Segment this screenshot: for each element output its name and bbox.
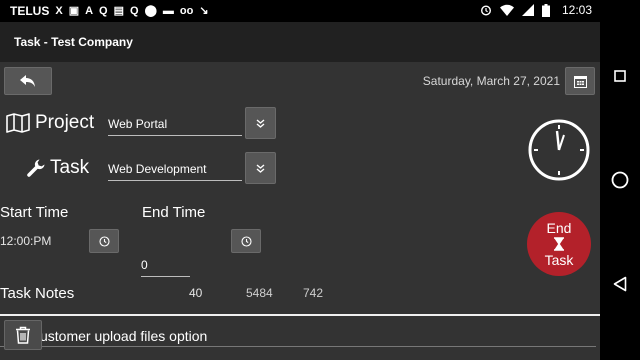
end-time-label: End Time [142,204,206,221]
back-nav-button[interactable] [600,276,640,292]
chevron-double-down-icon [256,118,265,128]
task-label-text: Task [50,157,90,178]
project-label-text: Project [35,112,95,133]
trash-icon [16,326,30,344]
duration-value: 0 [141,258,148,272]
clock-time: 12:03 [561,3,592,17]
notes-count-2: 5484 [246,286,273,300]
clock-icon [528,119,590,181]
delete-button[interactable] [4,320,42,350]
task-label: Task [26,157,89,179]
navigation-bar [600,22,640,360]
start-time-button[interactable] [89,229,119,253]
x-icon: X [55,5,63,17]
end-time-button[interactable] [231,229,261,253]
start-time-value: 12:00:PM [0,234,52,248]
app-bar: Task - Test Company [0,22,600,62]
handwriting-icon: A [85,5,94,17]
alarm-icon [480,5,491,16]
project-dropdown-button[interactable] [245,107,276,139]
back-button[interactable] [4,67,52,95]
project-field[interactable]: Web Portal [108,112,242,136]
task-notes-input[interactable]: ustomer upload files option [40,328,207,344]
wifi-icon [499,4,514,16]
document-icon: ▤ [113,5,125,17]
end-task-line2: Task [544,252,574,268]
task-field[interactable]: Web Development [108,157,242,181]
reply-icon [20,75,35,87]
signal-icon [521,4,534,16]
hourglass-icon [554,237,564,251]
triangle-back-icon [613,276,627,292]
image-icon: ▣ [68,5,80,17]
carrier-name: TELUS [10,4,50,18]
circle-icon [611,171,629,189]
home-button[interactable] [600,171,640,189]
end-task-button[interactable]: End Task [527,212,591,276]
square-icon [614,70,626,82]
divider [0,314,600,316]
project-label: Project [6,112,94,134]
clock-small-icon [98,235,110,247]
task-value: Web Development [108,162,207,176]
notes-count-1: 40 [189,286,203,300]
recents-button[interactable] [600,70,640,82]
current-date: Saturday, March 27, 2021 [422,74,560,88]
project-value: Web Portal [108,117,168,131]
q-icon: Q [130,5,139,17]
task-dropdown-button[interactable] [245,152,276,184]
chevron-double-down-icon [256,163,265,173]
task-notes-label: Task Notes [0,285,75,302]
map-icon [6,113,30,133]
main-content: Saturday, March 27, 2021 Project Web Por… [0,62,600,360]
calendar-icon [573,75,587,88]
status-bar: TELUS X ▣ A Q ▤ Q ⬤ ▬ oo ↘ 12:03 [0,0,640,22]
battery-icon [541,3,550,17]
end-task-line1: End [546,220,572,236]
page-title: Task - Test Company [14,35,133,49]
notes-underline [0,346,596,347]
voicemail-icon: oo [179,5,194,17]
duration-field[interactable]: 0 [141,256,190,277]
call-missed-icon: ↘ [199,5,209,17]
status-bar-left: TELUS X ▣ A Q ▤ Q ⬤ ▬ oo ↘ [10,3,209,19]
q-icon: Q [99,5,108,17]
wrench-icon [27,159,45,177]
calendar-button[interactable] [565,67,595,95]
clock-small-icon [240,235,252,247]
status-bar-right: 12:03 [480,3,592,17]
start-time-label: Start Time [0,204,69,221]
notes-count-3: 742 [303,286,324,300]
folder-icon: ▬ [162,5,174,17]
location-icon: ⬤ [144,5,157,17]
